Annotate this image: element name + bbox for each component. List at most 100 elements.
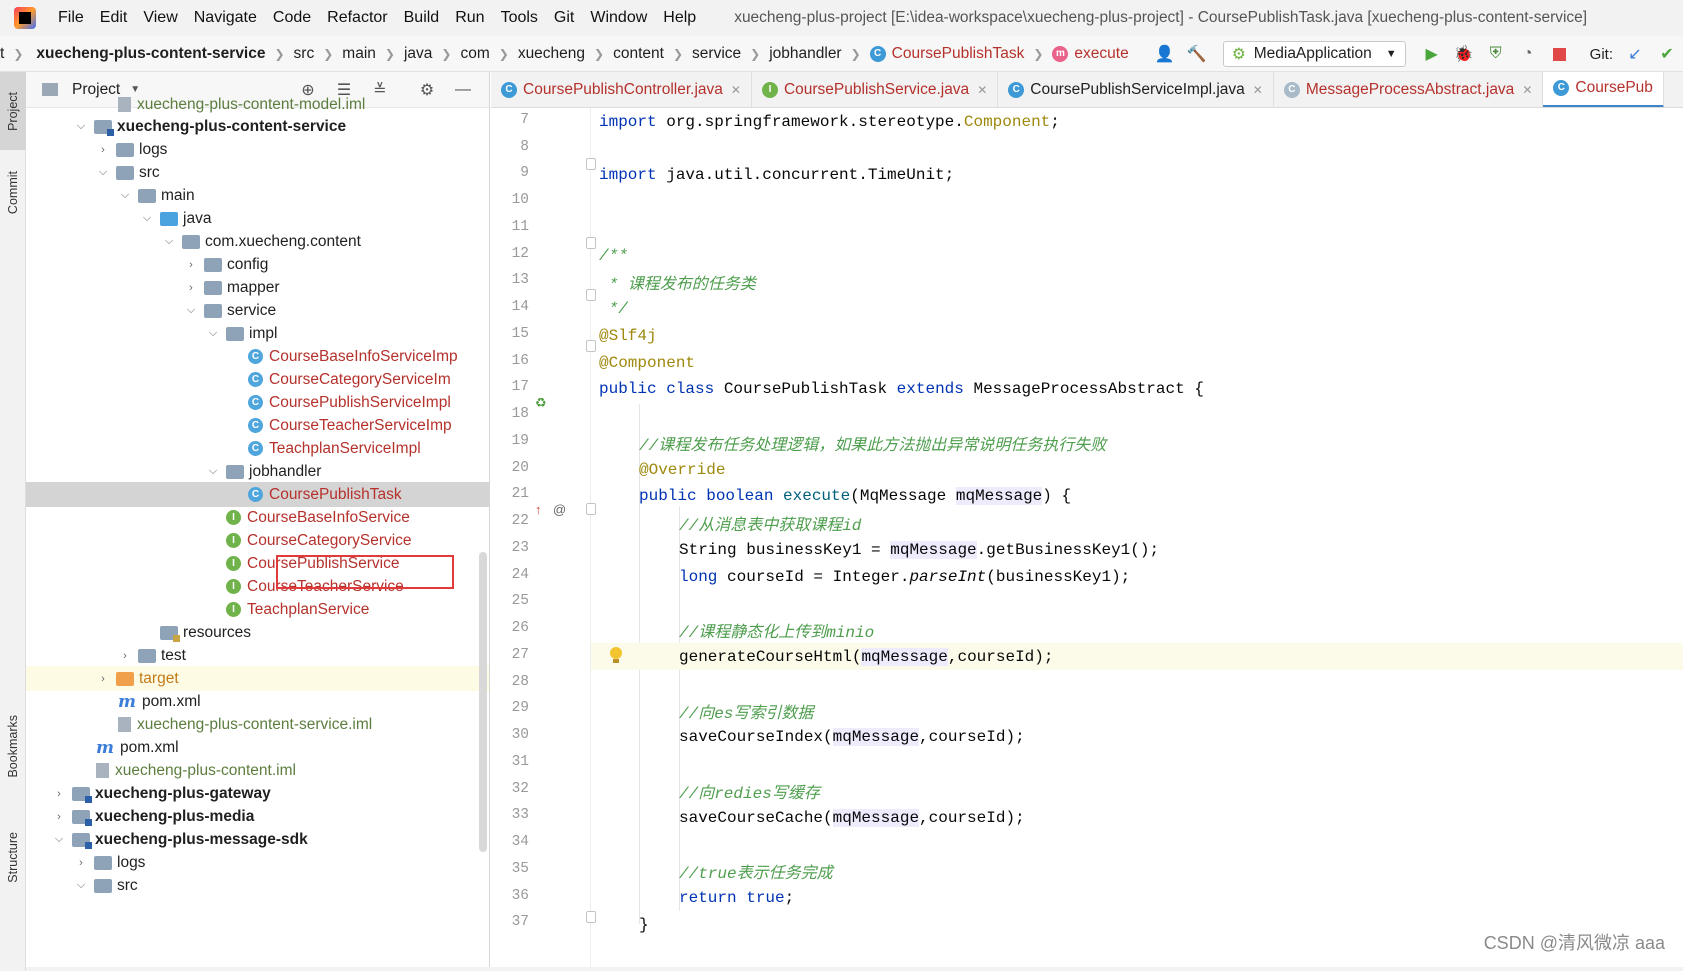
- chevron-right-icon[interactable]: ›: [74, 857, 88, 869]
- chevron-down-icon[interactable]: ⌵: [52, 833, 66, 846]
- tree-item[interactable]: ⌵ xuecheng-plus-message-sdk: [26, 827, 489, 852]
- project-scrollbar[interactable]: [479, 552, 487, 852]
- chevron-down-icon[interactable]: ⌵: [206, 327, 220, 340]
- git-update-icon[interactable]: ↙: [1624, 43, 1646, 65]
- tree-item[interactable]: I CourseCategoryService: [26, 528, 489, 553]
- tree-item[interactable]: ⌵ src: [26, 873, 489, 898]
- run-icon[interactable]: ▶: [1421, 43, 1443, 65]
- build-hammer-icon[interactable]: 🔨: [1186, 43, 1208, 65]
- breadcrumb-jobhandler[interactable]: jobhandler: [769, 45, 841, 63]
- tree-item[interactable]: › test: [26, 643, 489, 668]
- coverage-icon[interactable]: ⛨: [1485, 43, 1507, 65]
- spring-bean-icon[interactable]: ♻: [535, 395, 547, 411]
- tree-item[interactable]: I CourseBaseInfoService: [26, 505, 489, 530]
- tree-item[interactable]: › logs: [26, 137, 489, 162]
- chevron-down-icon[interactable]: ⌵: [74, 879, 88, 892]
- menu-refactor[interactable]: Refactor: [319, 9, 395, 27]
- chevron-right-icon[interactable]: ›: [96, 144, 110, 156]
- chevron-right-icon[interactable]: ›: [96, 673, 110, 685]
- breadcrumb-service[interactable]: service: [692, 45, 741, 63]
- close-icon[interactable]: ✕: [977, 83, 987, 97]
- stop-icon[interactable]: [1549, 43, 1571, 65]
- menu-view[interactable]: View: [135, 9, 185, 27]
- breadcrumb-module[interactable]: xuecheng-plus-content-service: [36, 45, 265, 63]
- tab-messageprocessabstract[interactable]: C MessageProcessAbstract.java ✕: [1274, 72, 1544, 107]
- tool-tab-structure[interactable]: Structure: [0, 812, 26, 902]
- chevron-down-icon[interactable]: ⌵: [118, 189, 132, 202]
- tree-item[interactable]: m pom.xml: [26, 735, 489, 760]
- tab-coursepublishtask[interactable]: C CoursePub: [1543, 72, 1664, 107]
- user-icon[interactable]: 👤: [1154, 43, 1176, 65]
- breadcrumb-content[interactable]: content: [613, 45, 664, 63]
- breadcrumb-method[interactable]: m execute: [1052, 45, 1129, 63]
- chevron-right-icon[interactable]: ›: [52, 811, 66, 823]
- tree-item[interactable]: C CourseCategoryServiceIm: [26, 367, 489, 392]
- tree-item[interactable]: › target: [26, 666, 489, 691]
- menu-code[interactable]: Code: [265, 9, 319, 27]
- override-marker-icon[interactable]: @: [553, 502, 566, 517]
- lightbulb-icon[interactable]: [609, 647, 623, 665]
- tree-item-selected[interactable]: C CoursePublishTask: [26, 482, 489, 507]
- tree-item[interactable]: C CoursePublishServiceImpl: [26, 390, 489, 415]
- breadcrumb-com[interactable]: com: [460, 45, 489, 63]
- menu-run[interactable]: Run: [447, 9, 492, 27]
- profile-icon[interactable]: ◔: [1517, 43, 1539, 65]
- run-configuration-select[interactable]: ⚙ MediaApplication ▼: [1222, 41, 1406, 67]
- menu-edit[interactable]: Edit: [92, 9, 136, 27]
- tree-item[interactable]: ⌵ impl: [26, 321, 489, 346]
- chevron-down-icon[interactable]: ⌵: [184, 304, 198, 317]
- tool-tab-commit[interactable]: Commit: [0, 154, 26, 232]
- tool-tab-project[interactable]: Project: [0, 72, 26, 150]
- menu-git[interactable]: Git: [546, 9, 582, 27]
- tree-item[interactable]: C TeachplanServiceImpl: [26, 436, 489, 461]
- override-arrow-icon[interactable]: ↑: [535, 502, 542, 517]
- menu-build[interactable]: Build: [396, 9, 448, 27]
- tree-item[interactable]: xuecheng-plus-content-service.iml: [26, 712, 489, 737]
- tree-item[interactable]: › mapper: [26, 275, 489, 300]
- chevron-right-icon[interactable]: ›: [184, 282, 198, 294]
- menu-window[interactable]: Window: [582, 9, 655, 27]
- tree-item[interactable]: I TeachplanService: [26, 597, 489, 622]
- tree-item[interactable]: ⌵ service: [26, 298, 489, 323]
- breadcrumb-xuecheng[interactable]: xuecheng: [518, 45, 585, 63]
- chevron-down-icon[interactable]: ⌵: [74, 120, 88, 133]
- breadcrumb-src[interactable]: src: [294, 45, 315, 63]
- tree-item[interactable]: ⌵ com.xuecheng.content: [26, 229, 489, 254]
- tab-coursepublishservice[interactable]: I CoursePublishService.java ✕: [752, 72, 999, 107]
- tree-item[interactable]: › xuecheng-plus-gateway: [26, 781, 489, 806]
- tree-item[interactable]: m pom.xml: [26, 689, 489, 714]
- code-area[interactable]: import org.springframework.stereotype.Co…: [591, 108, 1683, 971]
- close-icon[interactable]: ✕: [1253, 83, 1263, 97]
- tree-item[interactable]: › xuecheng-plus-media: [26, 804, 489, 829]
- debug-icon[interactable]: 🐞: [1453, 43, 1475, 65]
- tree-item[interactable]: ⌵ jobhandler: [26, 459, 489, 484]
- menu-navigate[interactable]: Navigate: [186, 9, 265, 27]
- breadcrumb-main[interactable]: main: [342, 45, 376, 63]
- tree-item[interactable]: ⌵ main: [26, 183, 489, 208]
- tree-item[interactable]: › config: [26, 252, 489, 277]
- chevron-down-icon[interactable]: ⌵: [206, 465, 220, 478]
- chevron-down-icon[interactable]: ⌵: [162, 235, 176, 248]
- breadcrumb-java[interactable]: java: [404, 45, 432, 63]
- menu-tools[interactable]: Tools: [493, 9, 546, 27]
- tab-coursepublishcontroller[interactable]: C CoursePublishController.java ✕: [491, 72, 752, 107]
- tree-item[interactable]: › logs: [26, 850, 489, 875]
- menu-file[interactable]: File: [50, 9, 92, 27]
- tab-coursepublishserviceimpl[interactable]: C CoursePublishServiceImpl.java ✕: [998, 72, 1274, 107]
- close-icon[interactable]: ✕: [1522, 83, 1532, 97]
- menu-help[interactable]: Help: [655, 9, 704, 27]
- chevron-right-icon[interactable]: ›: [184, 259, 198, 271]
- tree-item[interactable]: xuecheng-plus-content.iml: [26, 758, 489, 783]
- tree-item[interactable]: ⌵ src: [26, 160, 489, 185]
- close-icon[interactable]: ✕: [731, 83, 741, 97]
- chevron-down-icon[interactable]: ⌵: [96, 166, 110, 179]
- tree-item[interactable]: C CourseTeacherServiceImp: [26, 413, 489, 438]
- tree-item[interactable]: resources: [26, 620, 489, 645]
- tree-item[interactable]: ⌵ xuecheng-plus-content-service: [26, 114, 489, 139]
- tree-item[interactable]: ⌵ java: [26, 206, 489, 231]
- chevron-down-icon[interactable]: ⌵: [140, 212, 154, 225]
- git-commit-icon[interactable]: ✔: [1656, 43, 1678, 65]
- breadcrumb-class[interactable]: C CoursePublishTask: [869, 45, 1024, 63]
- chevron-right-icon[interactable]: ›: [118, 650, 132, 662]
- tree-item[interactable]: C CourseBaseInfoServiceImp: [26, 344, 489, 369]
